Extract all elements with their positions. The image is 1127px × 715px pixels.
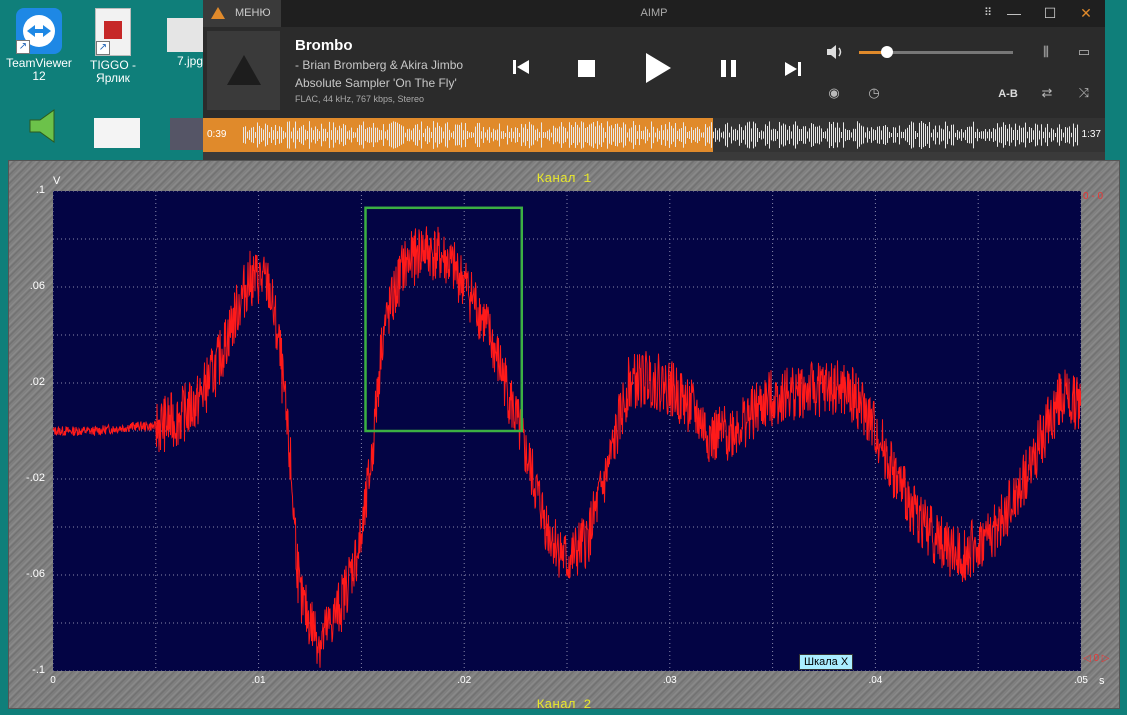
monitor-icon: ▭	[1077, 44, 1091, 59]
clock-icon: ◷	[868, 85, 880, 100]
next-button[interactable]	[783, 60, 803, 78]
spreadsheet-icon	[94, 118, 140, 148]
desktop-icon-label: TeamViewer 12	[6, 56, 72, 83]
y-tick-label: .02	[29, 376, 45, 388]
broadcast-icon: ◉	[828, 85, 840, 100]
track-artist: - Brian Bromberg & Akira Jimbo	[295, 58, 464, 72]
y-tick-label: .1	[35, 184, 45, 196]
channel-2-title: Канал 2	[536, 697, 592, 712]
x-tick-label: .02	[457, 675, 472, 686]
y-unit-label: V	[53, 175, 61, 187]
desktop-icon-sound[interactable]	[10, 106, 80, 155]
y-tick-label: -.02	[26, 472, 45, 484]
teamviewer-icon: ↗	[16, 8, 62, 54]
play-button[interactable]	[643, 52, 673, 84]
document-icon: ↗	[95, 8, 131, 56]
desktop-icon-document[interactable]	[82, 118, 152, 151]
volume-button[interactable]	[825, 42, 845, 62]
menu-label: МЕНЮ	[235, 7, 271, 19]
next-icon	[785, 62, 801, 76]
shortcut-arrow-icon: ↗	[16, 40, 30, 54]
repeat-button[interactable]: ⇄	[1036, 83, 1058, 103]
visualization-button[interactable]: ▭	[1073, 42, 1095, 62]
time-elapsed: 0:39	[207, 129, 227, 140]
previous-button[interactable]	[511, 58, 531, 78]
time-total: 1:37	[1081, 129, 1101, 140]
ab-repeat-button[interactable]: A-B	[993, 84, 1023, 104]
waveform-graphic	[243, 121, 1078, 149]
minimize-button[interactable]: —	[995, 0, 1033, 27]
x-tick-label: .03	[662, 675, 677, 686]
y-tick-label: .06	[29, 280, 45, 292]
aimp-status-strip	[203, 152, 1105, 160]
stop-icon	[577, 60, 595, 77]
x-tick-label: 0	[50, 675, 56, 686]
desktop-icon-label: TIGGO - Ярлик	[90, 58, 136, 85]
desktop-icon-tiggo[interactable]: ↗ TIGGO - Ярлик	[78, 8, 148, 85]
aimp-titlebar[interactable]: МЕНЮ AIMP ⠿ — ☐ ✕	[203, 0, 1105, 27]
speaker-icon	[22, 106, 68, 152]
aimp-placeholder-icon	[227, 55, 261, 85]
close-button[interactable]: ✕	[1067, 0, 1105, 27]
maximize-button[interactable]: ☐	[1031, 0, 1069, 27]
equalizer-icon: ⫼	[1043, 44, 1049, 59]
equalizer-button[interactable]: ⫼	[1035, 42, 1057, 62]
previous-icon	[513, 60, 529, 74]
stop-button[interactable]	[577, 60, 595, 78]
pause-button[interactable]	[720, 60, 738, 78]
sleep-timer-button[interactable]: ◷	[863, 83, 885, 103]
x-tick-label: .05	[1074, 675, 1088, 686]
channel-1-title: Канал 1	[536, 171, 592, 186]
plot-area[interactable]	[52, 190, 1082, 672]
speaker-volume-icon	[827, 45, 842, 59]
aimp-logo-icon	[211, 7, 225, 19]
track-album: Absolute Sampler 'On The Fly'	[295, 76, 457, 90]
x-tick-label: .01	[251, 675, 266, 686]
y-tick-label: -.06	[26, 568, 45, 580]
oscilloscope-window: Канал 1 V s 0 - 0 ◁ 0 ▷ Шкала X Канал 2 …	[8, 160, 1120, 712]
play-icon	[646, 53, 671, 83]
track-title: Brombo	[295, 37, 353, 54]
menu-button[interactable]: МЕНЮ	[203, 0, 281, 27]
shortcut-arrow-icon: ↗	[96, 41, 110, 55]
radio-capture-button[interactable]: ◉	[823, 83, 845, 103]
x-unit-label: s	[1099, 675, 1105, 687]
shuffle-button[interactable]: ⤨	[1073, 83, 1095, 103]
volume-slider[interactable]	[859, 46, 1013, 58]
repeat-icon: ⇄	[1041, 85, 1053, 100]
album-cover[interactable]	[207, 31, 280, 110]
x-tick-label: .04	[868, 675, 883, 686]
desktop-icon-teamviewer[interactable]: ↗ TeamViewer 12	[4, 8, 74, 83]
shuffle-icon: ⤨	[1078, 85, 1090, 100]
pause-icon	[721, 60, 736, 77]
trigger-marker-top[interactable]: 0 - 0	[1083, 191, 1103, 202]
track-format-info: FLAC, 44 kHz, 767 kbps, Stereo	[295, 94, 425, 104]
trigger-marker-bottom[interactable]: ◁ 0 ▷	[1083, 653, 1110, 664]
signal-plot	[52, 190, 1082, 672]
seek-waveform[interactable]	[203, 118, 1105, 152]
aimp-player-window: МЕНЮ AIMP ⠿ — ☐ ✕ Brombo - Brian Bromber…	[203, 0, 1105, 160]
volume-slider-knob[interactable]	[881, 46, 893, 58]
scale-x-button[interactable]: Шкала X	[799, 654, 854, 670]
